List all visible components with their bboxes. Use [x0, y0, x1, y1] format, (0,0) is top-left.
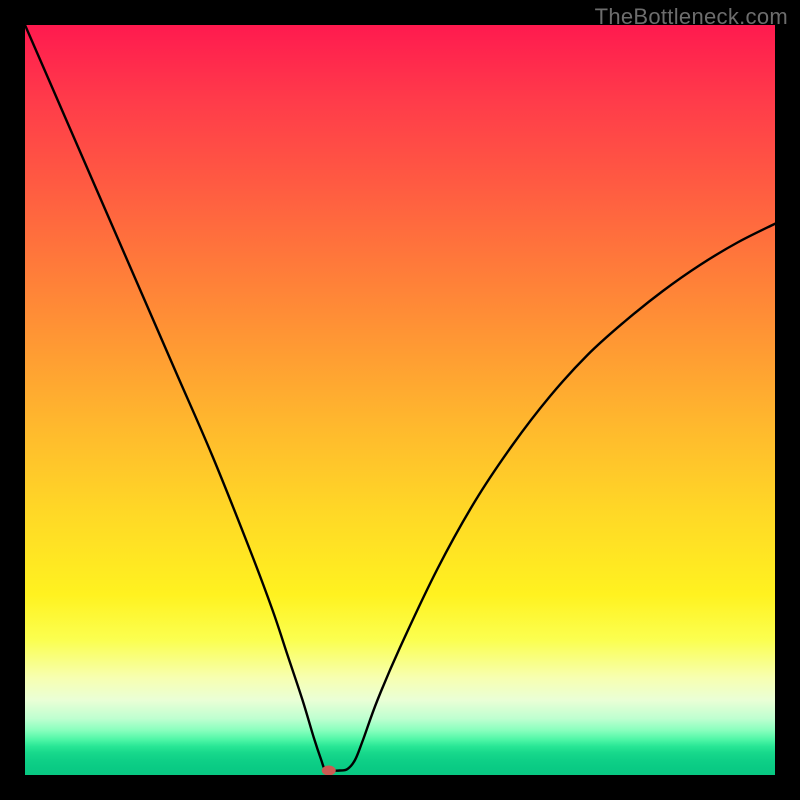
chart-frame: TheBottleneck.com — [0, 0, 800, 800]
curve-layer — [25, 25, 775, 775]
plot-area — [25, 25, 775, 775]
watermark-text: TheBottleneck.com — [595, 4, 788, 30]
bottleneck-curve — [25, 25, 775, 771]
